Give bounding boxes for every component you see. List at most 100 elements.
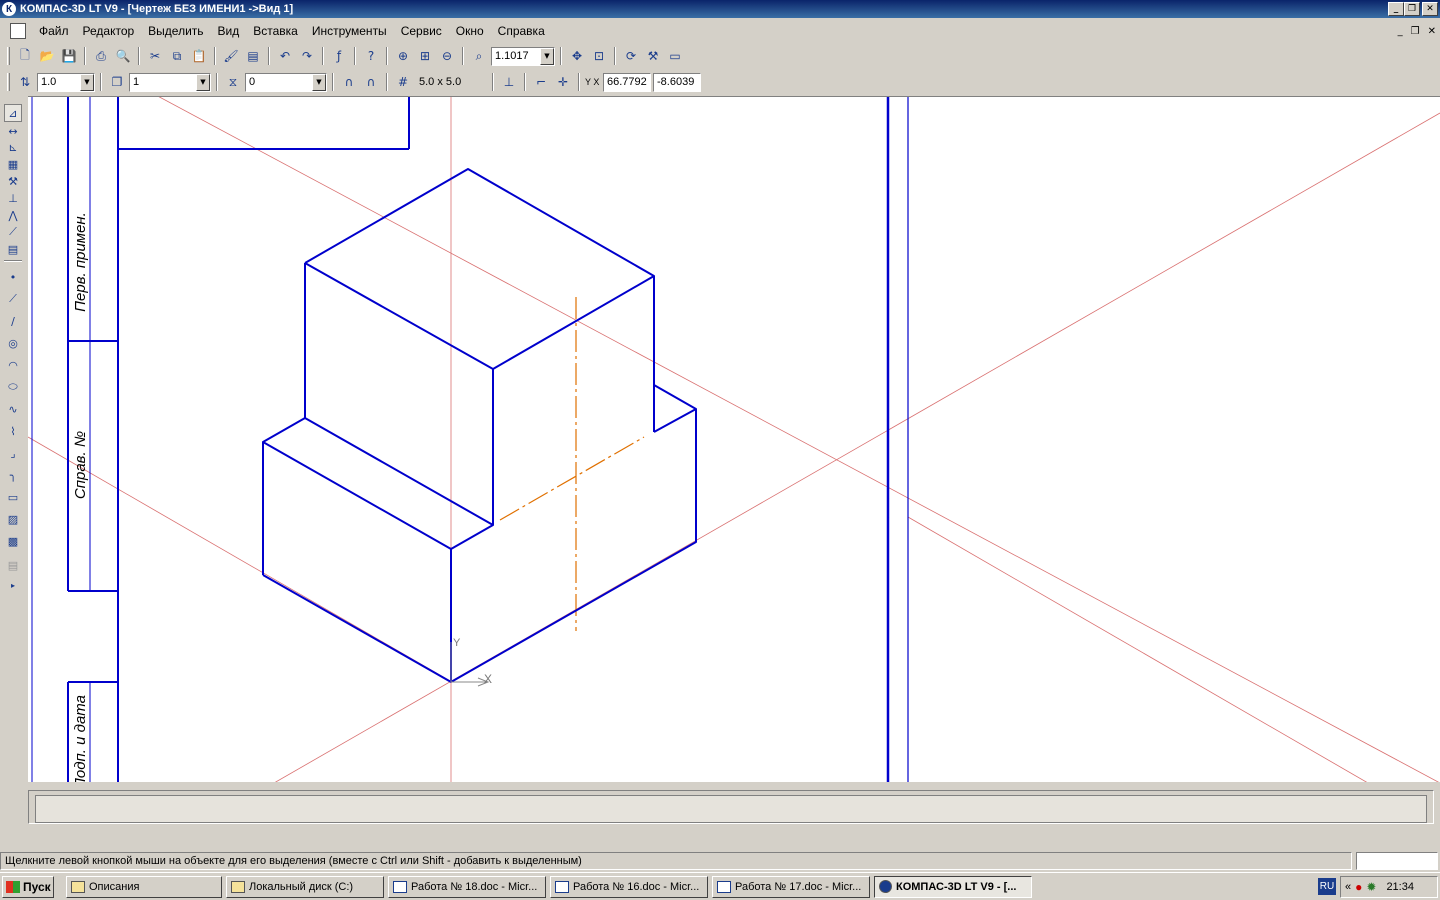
- measure-panel-icon[interactable]: ⊥: [4, 189, 22, 207]
- copy-icon[interactable]: ⧉: [167, 46, 187, 66]
- zoom-scale-icon[interactable]: ⌕: [469, 46, 489, 66]
- clock[interactable]: 21:34: [1386, 881, 1414, 893]
- document-icon[interactable]: [10, 23, 26, 39]
- mdi-restore-icon[interactable]: ❐: [1411, 26, 1420, 37]
- variables-icon[interactable]: ƒ: [329, 46, 349, 66]
- menu-insert[interactable]: Вставка: [246, 24, 305, 38]
- taskbar-item-kompas[interactable]: КОМПАС-3D LT V9 - [...: [874, 875, 1032, 898]
- aux-line-icon[interactable]: ⟋: [4, 290, 22, 308]
- spline-icon[interactable]: ∿: [4, 400, 22, 418]
- style-combo[interactable]: 0 ▼: [245, 72, 327, 92]
- display-icon[interactable]: ▭: [665, 46, 685, 66]
- pan-icon[interactable]: ✥: [567, 46, 587, 66]
- local-cs-icon[interactable]: ⊥: [499, 72, 519, 92]
- coord-x-field[interactable]: 66.7792: [603, 72, 651, 92]
- parametrization-panel-icon[interactable]: ⚒: [4, 172, 22, 190]
- zoom-combo[interactable]: 1.1017 ▼: [491, 46, 555, 66]
- menu-help[interactable]: Справка: [491, 24, 552, 38]
- antivirus-icon[interactable]: ●: [1355, 880, 1362, 894]
- geometry-panel-icon[interactable]: ⊿: [4, 104, 22, 122]
- new-file-icon[interactable]: 🗋: [15, 46, 35, 66]
- circle-icon[interactable]: ◎: [4, 334, 22, 352]
- restore-button[interactable]: ❐: [1404, 2, 1420, 16]
- chevron-down-icon[interactable]: ▼: [312, 73, 326, 91]
- show-all-icon[interactable]: ⊡: [589, 46, 609, 66]
- chamfer-icon[interactable]: ⌟: [4, 444, 22, 462]
- ellipse-icon[interactable]: ⬭: [4, 378, 22, 396]
- menu-view[interactable]: Вид: [211, 24, 247, 38]
- taskbar-item-local-disk[interactable]: Локальный диск (C:): [226, 875, 384, 898]
- open-file-icon[interactable]: 📂: [37, 46, 57, 66]
- chevron-down-icon[interactable]: ▼: [540, 47, 554, 65]
- start-button[interactable]: Пуск: [2, 875, 54, 898]
- zoom-out-icon[interactable]: ⊖: [437, 46, 457, 66]
- cut-icon[interactable]: ✂: [145, 46, 165, 66]
- mdi-close-icon[interactable]: ✕: [1428, 26, 1436, 37]
- fill-icon[interactable]: ▩: [4, 532, 22, 550]
- drawing-svg[interactable]: Перв. примен. Справ. № Подп. и дата Y X: [28, 97, 1440, 782]
- zoom-in-icon[interactable]: ⊕: [393, 46, 413, 66]
- manager-icon[interactable]: ⚒: [643, 46, 663, 66]
- taskbar-item-rabota-17[interactable]: Работа № 17.doc - Micr...: [712, 875, 870, 898]
- grid-icon[interactable]: #: [393, 72, 413, 92]
- taskbar-item-rabota-18[interactable]: Работа № 18.doc - Micr...: [388, 875, 546, 898]
- toolbar-grip[interactable]: [7, 47, 10, 65]
- snap-magnet-icon[interactable]: ∩: [339, 72, 359, 92]
- fillet-icon[interactable]: ╮: [4, 466, 22, 484]
- save-icon[interactable]: 💾: [59, 46, 79, 66]
- drawing-canvas[interactable]: Перв. примен. Справ. № Подп. и дата Y X: [28, 96, 1440, 782]
- format-painter-icon[interactable]: 🖌: [221, 46, 241, 66]
- bug-icon[interactable]: ✹: [1366, 880, 1376, 894]
- context-help-icon[interactable]: ?: [361, 46, 381, 66]
- hatch-icon[interactable]: ▨: [4, 510, 22, 528]
- select-panel-icon[interactable]: ⋀: [4, 206, 22, 224]
- chevron-down-icon[interactable]: ▼: [196, 73, 210, 91]
- ortho-icon[interactable]: ⌐: [531, 72, 551, 92]
- cursor-step-icon[interactable]: ⇅: [15, 72, 35, 92]
- spec-panel-icon[interactable]: ▤: [4, 240, 22, 258]
- properties-icon[interactable]: ▤: [243, 46, 263, 66]
- menu-window[interactable]: Окно: [449, 24, 491, 38]
- layer-combo[interactable]: 1 ▼: [129, 72, 211, 92]
- redo-icon[interactable]: ↷: [297, 46, 317, 66]
- snap-local-icon[interactable]: ∩: [361, 72, 381, 92]
- polyline-icon[interactable]: ⌇: [4, 422, 22, 440]
- property-panel-area[interactable]: [35, 795, 1427, 823]
- print-preview-icon[interactable]: 🔍: [113, 46, 133, 66]
- taskbar-item-rabota-16[interactable]: Работа № 16.doc - Micr...: [550, 875, 708, 898]
- notation-panel-icon[interactable]: ⊾: [4, 138, 22, 156]
- taskbar-item-opisaniya[interactable]: Описания: [66, 875, 222, 898]
- mdi-minimize-icon[interactable]: _: [1398, 26, 1403, 37]
- menu-edit[interactable]: Редактор: [76, 24, 142, 38]
- views-panel-icon[interactable]: ⟋: [4, 223, 22, 241]
- language-indicator[interactable]: RU: [1318, 878, 1336, 895]
- toolbar-grip[interactable]: [7, 73, 10, 91]
- macro-icon[interactable]: ▤: [4, 556, 22, 574]
- round-icon[interactable]: ✛: [553, 72, 573, 92]
- refresh-icon[interactable]: ⟳: [621, 46, 641, 66]
- tray-expand-icon[interactable]: «: [1345, 881, 1351, 893]
- editing-panel-icon[interactable]: ▦: [4, 155, 22, 173]
- segment-icon[interactable]: ∕: [4, 312, 22, 330]
- close-button[interactable]: ✕: [1422, 2, 1438, 16]
- paste-icon[interactable]: 📋: [189, 46, 209, 66]
- menu-service[interactable]: Сервис: [394, 24, 449, 38]
- layer-icon[interactable]: ❐: [107, 72, 127, 92]
- step-combo[interactable]: 1.0 ▼: [37, 72, 95, 92]
- coord-y-field[interactable]: -8.6039: [653, 72, 701, 92]
- undo-icon[interactable]: ↶: [275, 46, 295, 66]
- grid-value[interactable]: 5.0 x 5.0: [415, 76, 487, 88]
- rectangle-icon[interactable]: ▭: [4, 488, 22, 506]
- arc-icon[interactable]: ◠: [4, 356, 22, 374]
- menu-tools[interactable]: Инструменты: [305, 24, 394, 38]
- zoom-window-icon[interactable]: ⊞: [415, 46, 435, 66]
- style-icon[interactable]: ⧖: [223, 72, 243, 92]
- point-icon[interactable]: •: [4, 268, 22, 286]
- print-icon[interactable]: ⎙: [91, 46, 111, 66]
- menu-select[interactable]: Выделить: [141, 24, 210, 38]
- menu-file[interactable]: Файл: [32, 24, 76, 38]
- scroll-right-icon[interactable]: ▸: [4, 580, 22, 590]
- isometric-part[interactable]: [262, 168, 697, 683]
- minimize-button[interactable]: _: [1388, 2, 1404, 16]
- chevron-down-icon[interactable]: ▼: [80, 73, 94, 91]
